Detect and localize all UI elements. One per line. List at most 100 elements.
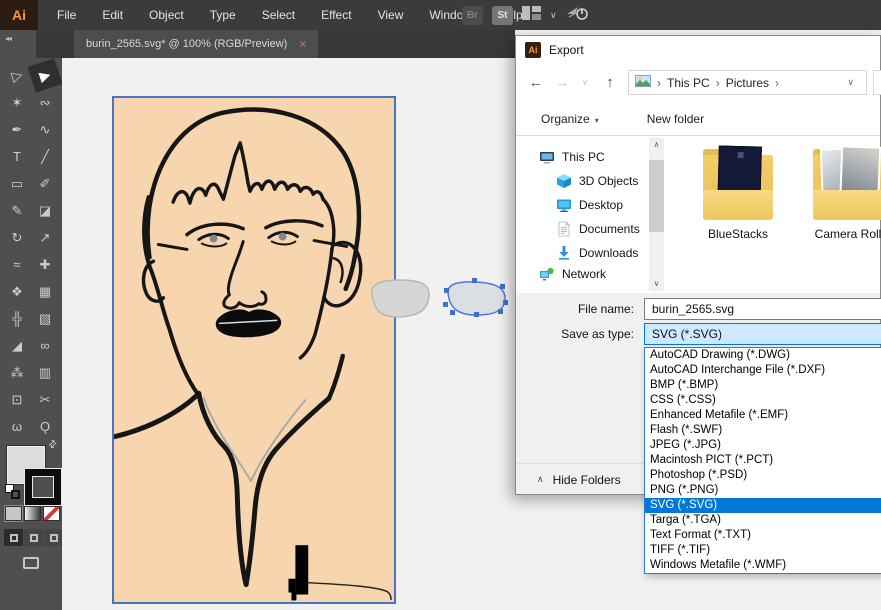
file-type-option[interactable]: Macintosh PICT (*.PCT)	[645, 453, 881, 468]
back-button[interactable]: ←	[524, 63, 548, 102]
pencil-tool[interactable]: ✎	[3, 197, 31, 224]
tree-item-desktop[interactable]: Desktop	[556, 194, 623, 216]
file-type-option[interactable]: AutoCAD Drawing (*.DWG)	[645, 348, 881, 363]
color-button[interactable]	[5, 506, 22, 521]
curvature-tool[interactable]: ∿	[31, 116, 59, 143]
gradient-button[interactable]	[24, 506, 41, 521]
workspace-switcher-icon[interactable]	[522, 6, 541, 25]
shape-builder-tool[interactable]: ❖	[3, 278, 31, 305]
breadcrumb-separator: ›	[775, 76, 779, 90]
file-type-option[interactable]: AutoCAD Interchange File (*.DXF)	[645, 363, 881, 378]
pictures-folder-icon	[635, 75, 651, 90]
lens-shapes[interactable]	[366, 276, 516, 322]
artboard-tool[interactable]: ⊡	[3, 386, 31, 413]
folder-icon	[701, 146, 775, 224]
forward-button[interactable]: →	[550, 63, 574, 102]
folder-tile-bluestacks[interactable]: BlueStacks	[683, 146, 793, 241]
file-type-option[interactable]: BMP (*.BMP)	[645, 378, 881, 393]
none-button[interactable]	[43, 506, 60, 521]
slice-tool[interactable]: ✂	[31, 386, 59, 413]
perspective-grid-tool[interactable]: ▦	[31, 278, 59, 305]
close-icon[interactable]: ×	[299, 37, 306, 51]
tree-item-network[interactable]: Network	[539, 263, 606, 285]
tree-item-this-pc[interactable]: This PC	[539, 146, 605, 168]
gradient-tool[interactable]: ▧	[31, 305, 59, 332]
mesh-tool[interactable]: ╬	[3, 305, 31, 332]
recent-locations-button[interactable]: ∨	[573, 63, 597, 102]
hide-folders-button[interactable]: Hide Folders	[553, 473, 621, 487]
blend-tool[interactable]: ∞	[31, 332, 59, 359]
new-folder-button[interactable]: New folder	[647, 112, 704, 126]
direct-selection-tool[interactable]: ▶	[28, 58, 63, 92]
zoom-tool[interactable]: Ǫ	[31, 413, 59, 440]
save-as-type-combobox[interactable]: SVG (*.SVG)	[644, 323, 881, 345]
tree-item-3d-objects[interactable]: 3D Objects	[556, 170, 638, 192]
eraser-tool[interactable]: ◪	[31, 197, 59, 224]
stock-icon[interactable]: St	[492, 6, 513, 25]
puppet-warp-tool[interactable]: ✚	[31, 251, 59, 278]
lasso-tool[interactable]: ∾	[31, 89, 59, 116]
menu-effect[interactable]: Effect	[308, 0, 364, 30]
file-type-option[interactable]: JPEG (*.JPG)	[645, 438, 881, 453]
breadcrumb-pictures[interactable]: Pictures	[726, 76, 769, 90]
file-type-option[interactable]: Enhanced Metafile (*.EMF)	[645, 408, 881, 423]
breadcrumb[interactable]: › This PC › Pictures ›	[628, 70, 867, 95]
rectangle-tool[interactable]: ▭	[3, 170, 31, 197]
search-box-clipped[interactable]	[873, 70, 881, 95]
dialog-title-bar[interactable]: Ai Export	[516, 36, 880, 63]
share-icon[interactable]	[566, 5, 590, 26]
chevron-down-icon[interactable]: ∨	[550, 10, 557, 21]
toolbar-collapse-button[interactable]: ◂◂	[0, 30, 36, 58]
menu-type[interactable]: Type	[197, 0, 249, 30]
file-type-option[interactable]: Flash (*.SWF)	[645, 423, 881, 438]
file-type-option[interactable]: Targa (*.TGA)	[645, 513, 881, 528]
graph-tool[interactable]: ▥	[31, 359, 59, 386]
tree-item-documents[interactable]: Documents	[556, 218, 640, 240]
organize-button[interactable]: Organize▾	[541, 112, 599, 126]
artboard[interactable]	[112, 96, 396, 604]
file-type-option[interactable]: CSS (*.CSS)	[645, 393, 881, 408]
draw-behind-button[interactable]	[24, 529, 43, 546]
hand-tool[interactable]: ω	[3, 413, 31, 440]
scale-tool[interactable]: ↗	[31, 224, 59, 251]
folder-tile-camera-roll[interactable]: Camera Roll	[793, 146, 881, 241]
tree-scrollbar[interactable]: ∧ ∨	[649, 138, 664, 291]
file-type-option[interactable]: Text Format (*.TXT)	[645, 528, 881, 543]
paintbrush-tool[interactable]: ✐	[31, 170, 59, 197]
stroke-swatch[interactable]	[25, 469, 61, 505]
tree-item-downloads[interactable]: Downloads	[556, 242, 638, 264]
menu-object[interactable]: Object	[136, 0, 197, 30]
up-button[interactable]: ↑	[598, 63, 622, 102]
illustrator-app-icon: Ai	[525, 42, 541, 58]
rotate-tool[interactable]: ↻	[3, 224, 31, 251]
magic-wand-tool[interactable]: ✶	[3, 89, 31, 116]
bridge-icon[interactable]: Br	[462, 6, 483, 25]
pen-tool[interactable]: ✒	[3, 116, 31, 143]
screen-mode-button[interactable]	[23, 557, 39, 569]
file-type-option[interactable]: Windows Metafile (*.WMF)	[645, 558, 881, 573]
scrollbar-thumb[interactable]	[649, 160, 664, 232]
scroll-down-icon[interactable]: ∨	[649, 277, 664, 291]
breadcrumb-chevron-icon[interactable]: ∨	[847, 77, 854, 88]
file-name-input[interactable]: burin_2565.svg	[644, 298, 881, 320]
menu-file[interactable]: File	[44, 0, 89, 30]
draw-normal-button[interactable]	[4, 529, 23, 546]
breadcrumb-this-pc[interactable]: This PC	[667, 76, 710, 90]
menu-view[interactable]: View	[365, 0, 417, 30]
draw-inside-button[interactable]	[44, 529, 63, 546]
file-type-option[interactable]: SVG (*.SVG)	[645, 498, 881, 513]
menu-select[interactable]: Select	[249, 0, 308, 30]
symbol-sprayer-tool[interactable]: ⁂	[3, 359, 31, 386]
file-type-option[interactable]: TIFF (*.TIF)	[645, 543, 881, 558]
scroll-up-icon[interactable]: ∧	[649, 138, 664, 152]
eyedropper-tool[interactable]: ◢	[3, 332, 31, 359]
line-segment-tool[interactable]: ╱	[31, 143, 59, 170]
default-fill-stroke-icon[interactable]	[5, 484, 20, 499]
menu-edit[interactable]: Edit	[89, 0, 136, 30]
document-icon	[556, 221, 572, 237]
file-type-option[interactable]: Photoshop (*.PSD)	[645, 468, 881, 483]
type-tool[interactable]: T	[3, 143, 31, 170]
document-tab[interactable]: burin_2565.svg* @ 100% (RGB/Preview) ×	[74, 30, 318, 58]
width-tool[interactable]: ≈	[3, 251, 31, 278]
file-type-option[interactable]: PNG (*.PNG)	[645, 483, 881, 498]
